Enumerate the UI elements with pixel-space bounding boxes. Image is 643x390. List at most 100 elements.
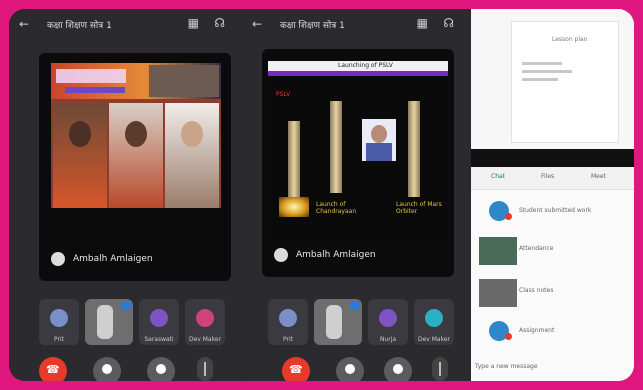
- slide-image: [51, 63, 221, 208]
- tab-chat[interactable]: Chat: [491, 173, 505, 180]
- participant-name: Nurja: [379, 336, 397, 343]
- participant-tile[interactable]: Prit: [39, 299, 79, 345]
- more-icon: [204, 362, 206, 376]
- meeting-title: कक्षा शिक्षण सोत्र 1: [47, 21, 112, 31]
- participant-video: [97, 305, 113, 339]
- participant-tile[interactable]: [314, 299, 362, 345]
- top-bar: ← कक्षा शिक्षण सोत्र 1 ▦ ☊: [9, 9, 239, 39]
- astronaut-photo: [165, 103, 219, 208]
- rocket-graphic: [288, 121, 300, 199]
- message-text: Assignment: [519, 327, 555, 334]
- rocket-graphic: [408, 101, 420, 197]
- pin-icon[interactable]: [121, 301, 131, 309]
- notification-badge: [505, 333, 512, 340]
- arrow-left-icon[interactable]: ←: [19, 17, 29, 31]
- chat-tabs: Chat Files Meet: [471, 167, 634, 190]
- slide-caption: Launch of Chandrayaan: [316, 201, 357, 215]
- app-frame: ← कक्षा शिक्षण सोत्र 1 ▦ ☊ Ambalh Amlaig…: [9, 9, 634, 381]
- meeting-title: कक्षा शिक्षण सोत्र 1: [280, 21, 345, 31]
- tab-meet[interactable]: Meet: [591, 173, 606, 180]
- meeting-panel-1: ← कक्षा शिक्षण सोत्र 1 ▦ ☊ Ambalh Amlaig…: [9, 9, 239, 381]
- avatar: [274, 248, 288, 262]
- call-controls: ☎: [9, 357, 239, 381]
- mic-button[interactable]: [93, 357, 121, 381]
- presenter-name: Ambalh Amlaigen: [296, 250, 376, 260]
- participant-tile[interactable]: Dev Maker: [185, 299, 225, 345]
- layout-icon[interactable]: ▦: [188, 16, 199, 30]
- chat-message[interactable]: Student submitted work: [475, 199, 631, 225]
- presenter-name: Ambalh Amlaigen: [73, 254, 153, 264]
- mic-button[interactable]: [336, 357, 364, 381]
- slide-banner: [51, 63, 221, 99]
- message-thumbnail: [479, 237, 517, 265]
- arrow-left-icon[interactable]: ←: [252, 17, 262, 31]
- avatar: [379, 309, 397, 327]
- chat-message[interactable]: Assignment: [475, 319, 631, 345]
- participant-tile[interactable]: Saraswati: [139, 299, 179, 345]
- avatar: [196, 309, 214, 327]
- slide-header-stripe: [268, 71, 448, 76]
- top-bar: ← कक्षा शिक्षण सोत्र 1 ▦ ☊: [242, 9, 468, 39]
- participant-name: Dev Maker: [417, 336, 451, 343]
- end-call-button[interactable]: ☎: [282, 357, 310, 381]
- mic-icon: [102, 364, 112, 374]
- participant-strip: Prit Nurja Dev Maker: [242, 299, 468, 347]
- message-text: Student submitted work: [519, 207, 592, 214]
- document-header: Lesson plan: [552, 36, 588, 43]
- text-line: [522, 78, 558, 81]
- slide-label: PSLV: [276, 91, 291, 98]
- participant-name: Saraswati: [144, 336, 174, 343]
- tab-files[interactable]: Files: [541, 173, 554, 180]
- participant-tile[interactable]: Prit: [268, 299, 308, 345]
- text-line: [522, 70, 572, 73]
- participant-tile[interactable]: [85, 299, 133, 345]
- participant-tile[interactable]: Dev Maker: [414, 299, 454, 345]
- camera-button[interactable]: [384, 357, 412, 381]
- astronaut-photo: [53, 103, 107, 208]
- camera-button[interactable]: [147, 357, 175, 381]
- pin-icon[interactable]: [350, 301, 360, 309]
- slide-title-graphic: [56, 69, 126, 83]
- participant-name: Prit: [54, 336, 64, 343]
- slide-caption: Launch of Mars Orbiter: [396, 201, 442, 215]
- compose-box[interactable]: Type a new message: [475, 363, 538, 370]
- document-window: Lesson plan: [471, 9, 634, 149]
- headset-icon[interactable]: ☊: [214, 16, 225, 30]
- mic-icon: [345, 364, 355, 374]
- shared-screen: Ambalh Amlaigen: [39, 53, 231, 281]
- chat-message[interactable]: Class notes: [475, 279, 631, 307]
- avatar: [50, 309, 68, 327]
- presenter-label: Ambalh Amlaigen: [274, 247, 376, 263]
- desktop-panel: Lesson plan Chat Files Meet Student subm…: [471, 9, 634, 381]
- meeting-panel-2: ← कक्षा शिक्षण सोत्र 1 ▦ ☊ Launching of …: [242, 9, 468, 381]
- document-page: Lesson plan: [511, 21, 619, 143]
- participant-name: Dev Maker: [188, 336, 222, 343]
- message-text: Attendance: [519, 245, 554, 252]
- headset-icon[interactable]: ☊: [443, 16, 454, 30]
- presenter-label: Ambalh Amlaigen: [51, 251, 153, 267]
- phone-icon: ☎: [46, 363, 60, 376]
- more-button[interactable]: [432, 357, 448, 381]
- divider: [471, 149, 634, 167]
- slide-image: Launching of PSLV PSLV Launch of Chandra…: [268, 61, 448, 241]
- participant-video: [326, 305, 342, 339]
- end-call-button[interactable]: ☎: [39, 357, 67, 381]
- notification-badge: [505, 213, 512, 220]
- avatar: [150, 309, 168, 327]
- participant-strip: Prit Saraswati Dev Maker: [9, 299, 239, 347]
- slide-subtitle-graphic: [65, 87, 125, 93]
- message-text: Class notes: [519, 287, 554, 294]
- layout-icon[interactable]: ▦: [417, 16, 428, 30]
- more-button[interactable]: [197, 357, 213, 381]
- chat-pane: Chat Files Meet Student submitted work A…: [471, 167, 634, 381]
- chat-message[interactable]: Attendance: [475, 237, 631, 265]
- phone-icon: ☎: [289, 363, 303, 376]
- astronaut-photo: [109, 103, 163, 208]
- rocket-graphic: [330, 101, 342, 193]
- avatar: [279, 309, 297, 327]
- rocket-flame: [279, 197, 309, 217]
- avatar: [425, 309, 443, 327]
- participant-tile[interactable]: Nurja: [368, 299, 408, 345]
- avatar: [51, 252, 65, 266]
- participant-name: Prit: [283, 336, 293, 343]
